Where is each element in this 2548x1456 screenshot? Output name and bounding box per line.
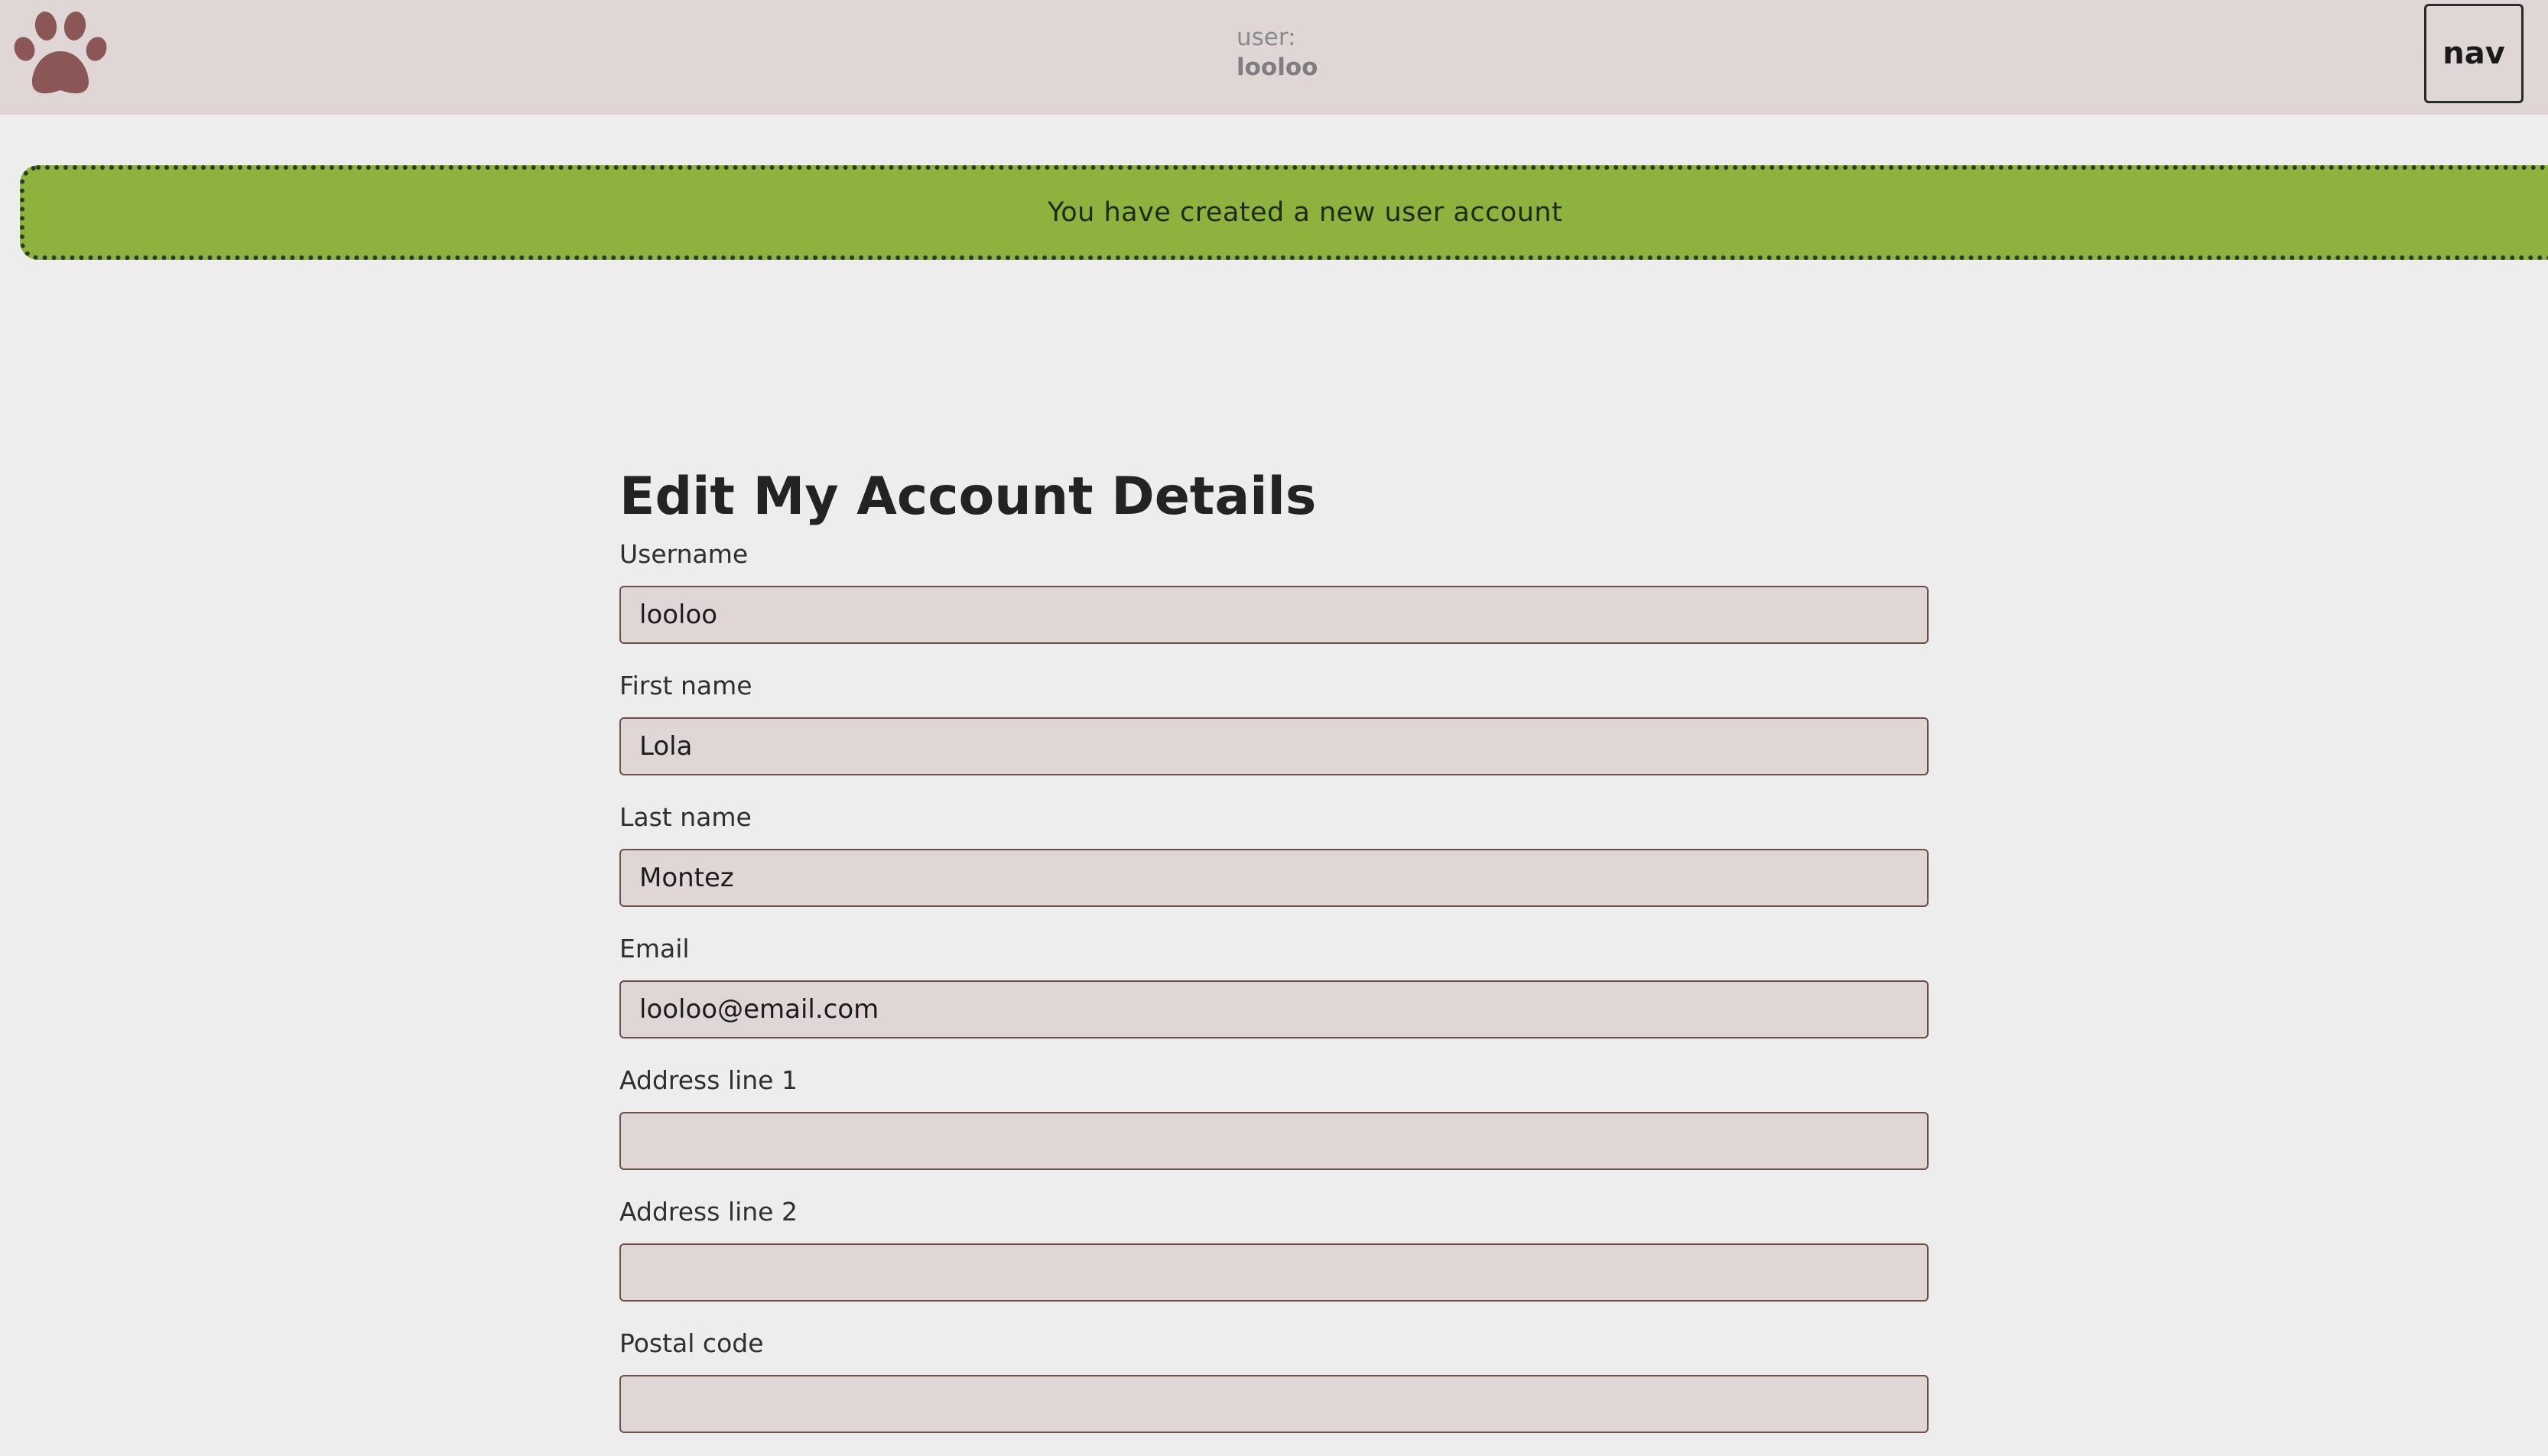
address-line-2-input[interactable] — [619, 1243, 1929, 1302]
address-line-1-input[interactable] — [619, 1112, 1929, 1170]
email-label: Email — [619, 934, 690, 964]
success-alert: You have created a new user account — [20, 165, 2548, 260]
paw-icon[interactable] — [11, 9, 110, 97]
username-group: Username — [619, 535, 1929, 644]
last-name-input[interactable] — [619, 849, 1929, 907]
username-label: Username — [619, 539, 749, 569]
postal-code-input[interactable] — [619, 1375, 1929, 1433]
user-info: user: looloo — [1237, 23, 1318, 83]
postal-code-label: Postal code — [619, 1328, 764, 1358]
postal-code-group: Postal code — [619, 1324, 1929, 1433]
site-header: user: looloo nav — [0, 0, 2548, 115]
user-label: user: — [1237, 24, 1296, 51]
first-name-group: First name — [619, 667, 1929, 775]
first-name-label: First name — [619, 671, 752, 700]
last-name-group: Last name — [619, 798, 1929, 907]
user-name: looloo — [1237, 54, 1318, 81]
email-input[interactable] — [619, 980, 1929, 1038]
account-form: Edit My Account Details Username First n… — [619, 459, 1929, 1456]
page-title: Edit My Account Details — [619, 466, 1317, 527]
first-name-input[interactable] — [619, 717, 1929, 775]
email-group: Email — [619, 930, 1929, 1038]
address-line-1-label: Address line 1 — [619, 1065, 798, 1095]
nav-button[interactable]: nav — [2424, 4, 2524, 103]
last-name-label: Last name — [619, 802, 752, 832]
address-line-2-group: Address line 2 — [619, 1193, 1929, 1302]
address-line-2-label: Address line 2 — [619, 1197, 798, 1227]
address-line-1-group: Address line 1 — [619, 1061, 1929, 1170]
username-input[interactable] — [619, 586, 1929, 644]
